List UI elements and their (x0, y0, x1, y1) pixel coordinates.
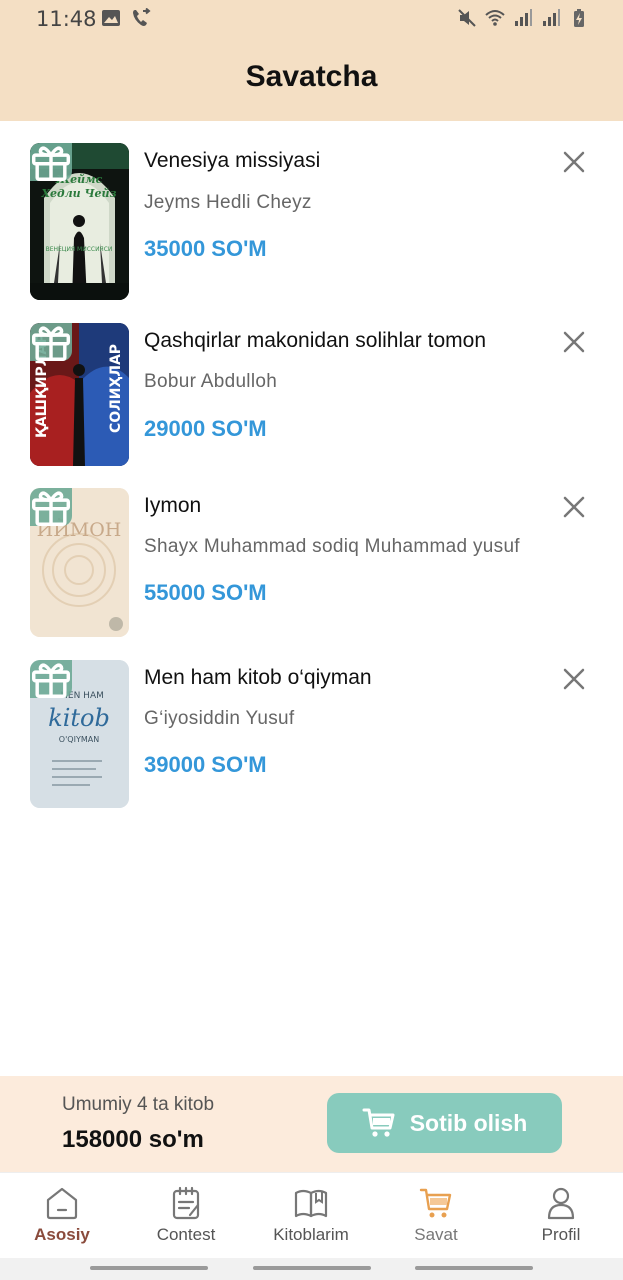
buy-button-label: Sotib olish (409, 1109, 528, 1136)
status-left-icons (101, 8, 151, 28)
system-back-gesture[interactable] (90, 1266, 208, 1270)
book-author: Shayx Muhammad sodiq Muhammad yusuf (144, 536, 520, 557)
system-nav-bar (0, 1258, 623, 1280)
open-book-icon (294, 1189, 328, 1218)
remove-item-button[interactable] (558, 326, 590, 358)
close-icon (563, 668, 585, 690)
close-icon (563, 331, 585, 353)
book-price: 35000 SO'M (144, 236, 267, 261)
user-icon (547, 1187, 575, 1220)
nav-label-library: Kitoblarim (273, 1225, 349, 1244)
nav-label-contest: Contest (156, 1225, 216, 1244)
gift-icon (32, 146, 70, 181)
cover-line3: O'QIYMAN (59, 735, 99, 744)
bottom-nav: Asosiy Contest Kitoblarim Savat Profil (0, 1172, 623, 1258)
cart-icon (419, 1188, 452, 1218)
remove-item-button[interactable] (558, 663, 590, 695)
gift-badge (30, 488, 72, 526)
signal-icon (515, 9, 532, 26)
close-icon (563, 151, 585, 173)
checkout-bar: Umumiy 4 ta kitob 158000 so'm Sotib olis… (0, 1076, 623, 1172)
nav-item-home[interactable]: Asosiy (0, 1173, 124, 1259)
mute-icon (458, 9, 476, 27)
gift-icon (32, 326, 70, 361)
system-recents-gesture[interactable] (415, 1266, 533, 1270)
nav-item-cart[interactable]: Savat (374, 1173, 498, 1259)
battery-charging-icon (574, 9, 584, 27)
shopping-cart-icon (362, 1108, 395, 1137)
nav-item-profile[interactable]: Profil (499, 1173, 623, 1259)
close-icon (563, 496, 585, 518)
page-title: Savatcha (245, 60, 378, 93)
cover-author-line2: Хедли Чейз (40, 187, 116, 200)
contest-icon (172, 1186, 200, 1220)
status-right-icons (457, 8, 589, 28)
book-author: G‘iyosiddin Yusuf (144, 708, 295, 729)
cover-title-right: СОЛИҲЛАР (108, 344, 124, 433)
remove-item-button[interactable] (558, 491, 590, 523)
nav-item-library[interactable]: Kitoblarim (249, 1173, 373, 1259)
cover-line2: kitob (48, 704, 110, 732)
gift-icon (32, 663, 70, 698)
book-cover[interactable]: Жеймс Хедли Чейз ВЕНЕЦИЯ МИССИЯСИ (30, 143, 129, 300)
book-price: 29000 SO'M (144, 416, 267, 441)
book-title[interactable]: Venesiya missiyasi (144, 149, 320, 173)
gift-badge (30, 323, 72, 361)
status-time: 11:48 (36, 7, 97, 31)
gift-icon (32, 491, 70, 526)
system-home-gesture[interactable] (253, 1266, 371, 1270)
gallery-icon (102, 10, 120, 26)
gift-badge (30, 660, 72, 698)
book-price: 39000 SO'M (144, 752, 267, 777)
book-cover[interactable]: ИЙМОН (30, 488, 129, 637)
book-author: Jeyms Hedli Cheyz (144, 192, 312, 213)
nav-label-home: Asosiy (34, 1225, 90, 1244)
home-icon (46, 1187, 78, 1220)
book-cover[interactable]: ҚАШҚИРЛАР СОЛИҲЛАР (30, 323, 129, 466)
nav-item-contest[interactable]: Contest (124, 1173, 248, 1259)
book-author: Bobur Abdulloh (144, 371, 278, 392)
signal-icon-2 (543, 9, 560, 26)
nav-label-cart: Savat (414, 1225, 458, 1244)
wifi-icon (485, 10, 505, 26)
book-title[interactable]: Iymon (144, 494, 201, 518)
book-title[interactable]: Qashqirlar makonidan solihlar tomon (144, 329, 486, 353)
cover-title: ВЕНЕЦИЯ МИССИЯСИ (46, 246, 113, 253)
book-title[interactable]: Men ham kitob o‘qiyman (144, 666, 372, 690)
book-price: 55000 SO'M (144, 580, 267, 605)
total-count-label: Umumiy 4 ta kitob (62, 1094, 215, 1115)
remove-item-button[interactable] (558, 146, 590, 178)
total-price: 158000 so'm (62, 1126, 204, 1153)
app-header: 11:48 Savatcha (0, 0, 623, 121)
buy-button[interactable]: Sotib olish (327, 1093, 562, 1153)
book-cover[interactable]: MEN HAM kitob O'QIYMAN (30, 660, 129, 808)
call-forward-icon (133, 8, 151, 26)
gift-badge (30, 143, 72, 181)
nav-label-profile: Profil (541, 1225, 581, 1244)
